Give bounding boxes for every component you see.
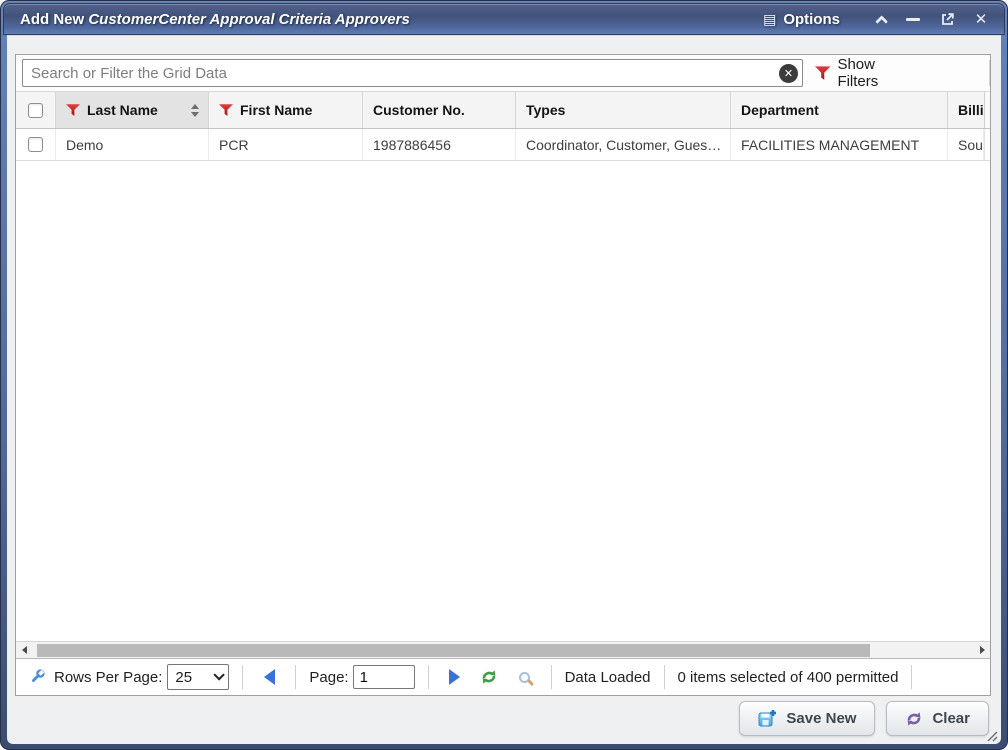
table-row[interactable]: Demo PCR 1987886456 Coordinator, Custome… <box>16 129 990 161</box>
sort-indicator[interactable] <box>191 104 199 117</box>
filter-icon[interactable] <box>219 104 233 117</box>
pager-separator <box>664 665 665 689</box>
column-header-department[interactable]: Department <box>731 92 948 128</box>
show-filters-label: Show Filters <box>837 56 917 90</box>
status-text: Data Loaded <box>565 669 651 686</box>
scrollbar-thumb[interactable] <box>37 644 870 657</box>
previous-page-icon <box>264 669 275 685</box>
pager-separator <box>551 665 552 689</box>
clear-label: Clear <box>932 710 970 727</box>
scroll-left-icon <box>22 646 27 654</box>
save-new-button[interactable]: Save New <box>739 701 875 736</box>
column-label: Types <box>526 102 565 118</box>
dialog-window: Add New CustomerCenter Approval Criteria… <box>0 0 1008 750</box>
dialog-title: Add New CustomerCenter Approval Criteria… <box>20 11 410 28</box>
chevron-down-icon <box>214 669 225 680</box>
horizontal-scrollbar[interactable] <box>16 641 990 658</box>
clear-button[interactable]: Clear <box>886 701 989 736</box>
grid-header-row: Last Name First Name Customer No. Types <box>16 91 990 129</box>
grid-empty-area <box>16 161 990 641</box>
refresh-icon <box>480 668 498 686</box>
scroll-right-icon <box>980 646 985 654</box>
scrollbar-track[interactable] <box>32 642 974 658</box>
search-grid-button[interactable] <box>512 664 538 690</box>
toolbar-separator <box>989 60 990 86</box>
column-label: Last Name <box>87 102 158 118</box>
cell-customer-no: 1987886456 <box>363 129 516 160</box>
minimize-icon <box>906 18 920 21</box>
scrollbar-gutter <box>984 129 990 160</box>
dialog-body: ✕ Show Filters Last Name <box>7 35 1001 744</box>
column-header-types[interactable]: Types <box>516 92 731 128</box>
next-page-icon <box>449 669 460 685</box>
wrench-icon[interactable] <box>28 668 46 686</box>
filter-funnel-icon <box>815 66 830 81</box>
show-filters-button[interactable]: Show Filters <box>803 56 931 90</box>
pager-separator <box>242 665 243 689</box>
pager-bar: Rows Per Page: 25 Page: <box>16 658 990 695</box>
column-header-customer-no[interactable]: Customer No. <box>363 92 516 128</box>
popout-icon <box>941 13 954 26</box>
cell-department: FACILITIES MANAGEMENT <box>731 129 948 160</box>
scrollbar-gutter <box>984 92 990 128</box>
save-new-label: Save New <box>786 710 856 727</box>
cell-billing: South <box>948 129 984 160</box>
close-icon: ✕ <box>975 10 988 28</box>
collapse-button[interactable] <box>866 8 892 30</box>
clear-refresh-icon <box>905 710 923 728</box>
previous-page-button[interactable] <box>256 664 282 690</box>
magnifier-icon <box>519 672 530 683</box>
options-icon: ▤ <box>763 11 776 28</box>
clear-search-icon: ✕ <box>784 67 793 80</box>
sort-asc-icon <box>191 104 199 109</box>
search-wrap: ✕ <box>22 59 803 87</box>
popout-button[interactable] <box>934 8 960 30</box>
page-number-input[interactable] <box>353 665 415 689</box>
cell-last-name: Demo <box>56 129 209 160</box>
minimize-button[interactable] <box>900 8 926 30</box>
dialog-title-emphasis: CustomerCenter Approval Criteria Approve… <box>88 11 409 28</box>
clear-search-button[interactable]: ✕ <box>779 64 798 83</box>
rows-per-page-value: 25 <box>175 669 192 686</box>
search-input[interactable] <box>22 59 803 87</box>
filter-icon[interactable] <box>66 104 80 117</box>
column-label: Billing <box>958 102 984 118</box>
scroll-left-button[interactable] <box>16 642 32 658</box>
pager-separator <box>428 665 429 689</box>
rows-per-page-select[interactable]: 25 <box>167 664 229 690</box>
selection-count-text: 0 items selected of 400 permitted <box>678 669 899 686</box>
page-label: Page: <box>309 669 348 686</box>
window-controls: ✕ <box>866 8 994 30</box>
save-icon <box>758 709 777 728</box>
column-header-billing[interactable]: Billing <box>948 92 984 128</box>
row-checkbox[interactable] <box>28 137 43 152</box>
column-label: First Name <box>240 102 312 118</box>
grid-toolbar: ✕ Show Filters <box>16 55 990 91</box>
close-button[interactable]: ✕ <box>968 8 994 30</box>
title-bar: Add New CustomerCenter Approval Criteria… <box>3 3 1005 35</box>
pager-separator <box>911 665 912 689</box>
scroll-right-button[interactable] <box>974 642 990 658</box>
row-select-cell <box>16 129 56 160</box>
pager-separator <box>295 665 296 689</box>
resize-grip[interactable] <box>982 726 998 742</box>
cell-first-name: PCR <box>209 129 363 160</box>
dialog-title-prefix: Add New <box>20 11 88 28</box>
cell-types: Coordinator, Customer, Gues… <box>516 129 731 160</box>
rows-per-page-label: Rows Per Page: <box>54 669 162 686</box>
column-header-last-name[interactable]: Last Name <box>56 92 209 128</box>
grid-panel: ✕ Show Filters Last Name <box>15 54 991 696</box>
column-label: Customer No. <box>373 102 465 118</box>
action-bar: Save New Clear <box>739 701 989 736</box>
chevron-up-icon <box>875 15 888 28</box>
column-label: Department <box>741 102 819 118</box>
column-header-first-name[interactable]: First Name <box>209 92 363 128</box>
refresh-button[interactable] <box>476 664 502 690</box>
options-button[interactable]: ▤ Options <box>763 11 840 28</box>
options-label: Options <box>783 11 840 28</box>
select-all-checkbox[interactable] <box>28 103 43 118</box>
next-page-button[interactable] <box>442 664 468 690</box>
select-all-cell <box>16 92 56 128</box>
sort-desc-icon <box>191 112 199 117</box>
